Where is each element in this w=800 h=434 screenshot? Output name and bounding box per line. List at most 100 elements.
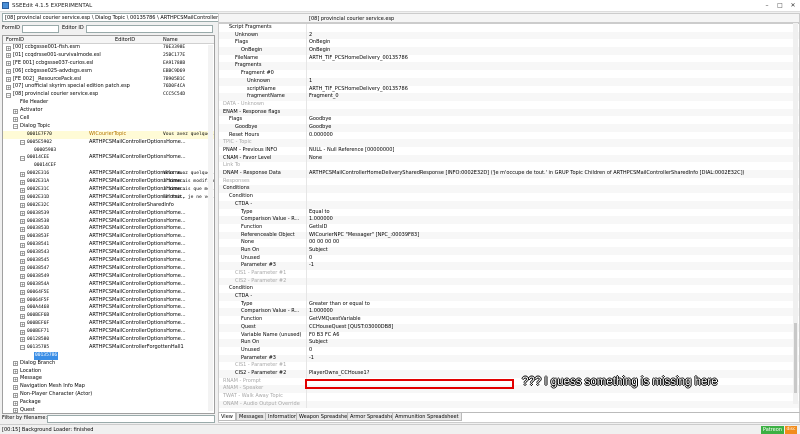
field-value[interactable]: Goodbye <box>309 116 331 124</box>
tree-row[interactable]: +0002E316 ARTHPCSMailControllerOptionsHom… <box>3 170 214 178</box>
field-value[interactable]: 1.000000 <box>309 216 333 224</box>
tree-row[interactable]: +0002E31A ARTHPCSMailControllerOptionsHom… <box>3 178 214 186</box>
expand-icon[interactable]: + <box>20 321 25 327</box>
tree-row[interactable]: + Cell <box>3 115 214 123</box>
field-value[interactable]: Fragment_0 <box>309 93 339 101</box>
discord-badge[interactable]: disc <box>785 426 797 434</box>
collapse-icon[interactable]: − <box>6 92 11 98</box>
expand-icon[interactable]: + <box>20 219 25 225</box>
tree-row[interactable]: +0003853D ARTHPCSMailControllerOptionsHom… <box>3 225 214 233</box>
field-value[interactable]: CCHouseQuest [QUST:03000DB8] <box>309 324 393 332</box>
tree-row[interactable]: + Quest <box>3 407 214 413</box>
tree-row[interactable]: + [01] ccqdrsse001-survivalmode.esl 25BC17… <box>3 52 214 60</box>
col-formid[interactable]: FormID <box>6 37 24 43</box>
field-value[interactable]: 1 <box>309 78 312 86</box>
field-row[interactable]: Script Fragments <box>219 24 799 32</box>
field-row[interactable]: Variable Name (unused) F0 B3 FC A6 <box>219 331 799 340</box>
field-row[interactable]: Referenceable Object WICourierNPC "Messag… <box>219 231 799 240</box>
field-row[interactable]: Goodbye Goodbye <box>219 123 799 132</box>
expand-icon[interactable]: + <box>20 226 25 232</box>
field-value[interactable]: Subject <box>309 247 328 255</box>
expand-icon[interactable]: + <box>20 187 25 193</box>
field-value[interactable]: Greater than or equal to <box>309 301 370 309</box>
tree-row[interactable]: + Package <box>3 399 214 407</box>
expand-icon[interactable]: + <box>6 45 11 51</box>
tree-row[interactable]: +0002E31D ARTHPCSMailControllerOptionsHom… <box>3 194 214 202</box>
expand-icon[interactable]: + <box>13 361 18 367</box>
field-value[interactable]: Subject <box>309 339 328 347</box>
field-value[interactable]: ARTHPCSMailControllerHomeDeliverySharedR… <box>309 170 745 178</box>
tree-scrollbar[interactable] <box>208 45 213 411</box>
tree-row[interactable]: + Non-Player Character (Actor) <box>3 391 214 399</box>
expand-icon[interactable]: + <box>20 290 25 296</box>
field-row[interactable]: Flags OnBegin <box>219 39 799 48</box>
tree-row[interactable]: −00135785 ARTHPCSMailControllerForgottenH… <box>3 344 214 352</box>
field-row[interactable]: Comparison Value - R... 1.000000 <box>219 308 799 317</box>
field-value[interactable]: WICourierNPC "Messager" [NPC_:00039F83] <box>309 232 419 240</box>
expand-icon[interactable]: + <box>20 282 25 288</box>
field-value[interactable]: Equal to <box>309 209 330 217</box>
tree-row[interactable]: −00014CEE ARTHPCSMailControllerOptionsHom… <box>3 154 214 162</box>
tree-row[interactable]: + Message <box>3 375 214 383</box>
tree-row[interactable]: +000A4468 ARTHPCSMailControllerOptionsHom… <box>3 304 214 312</box>
minimize-icon[interactable]: – <box>761 1 773 10</box>
tree-row[interactable]: +000BEF6B ARTHPCSMailControllerOptionsHom… <box>3 312 214 320</box>
field-row[interactable]: PNAM - Previous INFO NULL - Null Referenc… <box>219 147 799 155</box>
tree-row[interactable]: +0003853F ARTHPCSMailControllerOptionsHom… <box>3 233 214 241</box>
tree-row[interactable]: +00038539 ARTHPCSMailControllerOptionsHom… <box>3 210 214 218</box>
field-row[interactable]: CTDA - <box>219 293 799 301</box>
collapse-icon[interactable]: − <box>13 124 18 130</box>
field-row[interactable]: TPIC - Topic <box>219 139 799 147</box>
expand-icon[interactable]: + <box>6 53 11 59</box>
tree-row[interactable]: +0003854A ARTHPCSMailControllerOptionsHom… <box>3 281 214 289</box>
field-row[interactable]: Run On Subject <box>219 339 799 347</box>
field-value[interactable]: Goodbye <box>309 124 331 132</box>
expand-icon[interactable]: + <box>13 116 18 122</box>
expand-icon[interactable]: + <box>20 242 25 248</box>
tree-row[interactable]: +00064F5F ARTHPCSMailControllerOptionsHom… <box>3 297 214 305</box>
field-row[interactable]: Responses <box>219 177 799 186</box>
tree-row[interactable]: +00128580 ARTHPCSMailControllerOptionsHom… <box>3 336 214 344</box>
record-scrollbar[interactable] <box>793 23 798 404</box>
field-row[interactable]: TWAT - Walk Away Topic <box>219 393 799 401</box>
tab-messages[interactable]: Messages <box>236 413 267 421</box>
field-row[interactable]: Unknown 1 <box>219 77 799 86</box>
field-value[interactable]: 2 <box>309 32 312 40</box>
tree-row[interactable]: 00135786 <box>3 351 214 360</box>
expand-icon[interactable]: + <box>13 392 18 398</box>
field-value[interactable]: NULL - Null Reference [00000000] <box>309 147 394 155</box>
field-row[interactable]: Conditions <box>219 185 799 194</box>
field-row[interactable]: Unused 0 <box>219 346 799 355</box>
expand-icon[interactable]: + <box>6 61 11 67</box>
field-value[interactable]: 0 <box>309 255 312 263</box>
field-row[interactable]: FileName ARTH_TIF_PCSHomeDelivery_0013578… <box>219 54 799 63</box>
tree-row[interactable]: + [07] unofficial skyrim special edition … <box>3 83 214 91</box>
field-row[interactable]: CTDA - <box>219 200 799 209</box>
tree-row[interactable]: +0002E31C ARTHPCSMailControllerOptionsHom… <box>3 186 214 194</box>
formid-input[interactable] <box>22 25 59 33</box>
expand-icon[interactable]: + <box>20 266 25 272</box>
tree-row[interactable]: File Header <box>3 99 214 107</box>
tree-row[interactable]: + Navigation Mesh Info Map <box>3 383 214 391</box>
filter-input[interactable] <box>47 415 215 423</box>
expand-icon[interactable]: + <box>20 171 25 177</box>
field-row[interactable]: Unknown 2 <box>219 31 799 40</box>
field-value[interactable]: 0.000000 <box>309 132 333 140</box>
expand-icon[interactable]: + <box>6 84 11 90</box>
tree-row[interactable]: + [00] ccbgssse001-fish.esm 70E3398E <box>3 44 214 52</box>
expand-icon[interactable]: + <box>13 108 18 114</box>
maximize-icon[interactable]: □ <box>774 1 786 10</box>
field-row[interactable]: ONAM - Audio Output Override <box>219 400 799 409</box>
field-row[interactable]: CIS1 - Parameter #1 <box>219 270 799 278</box>
field-row[interactable]: Link To <box>219 162 799 171</box>
field-value[interactable]: GetVMQuestVariable <box>309 316 361 324</box>
tree-row[interactable]: 00014CEF <box>3 162 214 170</box>
field-value[interactable]: PlayerOwns_CCHouse1? <box>309 370 369 378</box>
expand-icon[interactable]: + <box>13 369 18 375</box>
record-tree[interactable]: FormID EditorID Name + [00] ccbgssse001-f… <box>2 35 215 414</box>
field-row[interactable]: fragmentName Fragment_0 <box>219 93 799 101</box>
field-row[interactable]: Condition <box>219 285 799 294</box>
field-row[interactable]: scriptName ARTH_TIF_PCSHomeDelivery_00135… <box>219 85 799 94</box>
field-value[interactable]: OnBegin <box>309 47 330 55</box>
tree-row[interactable]: + [FE 002] _ResourcePack.esl 7B905B1C <box>3 76 214 84</box>
